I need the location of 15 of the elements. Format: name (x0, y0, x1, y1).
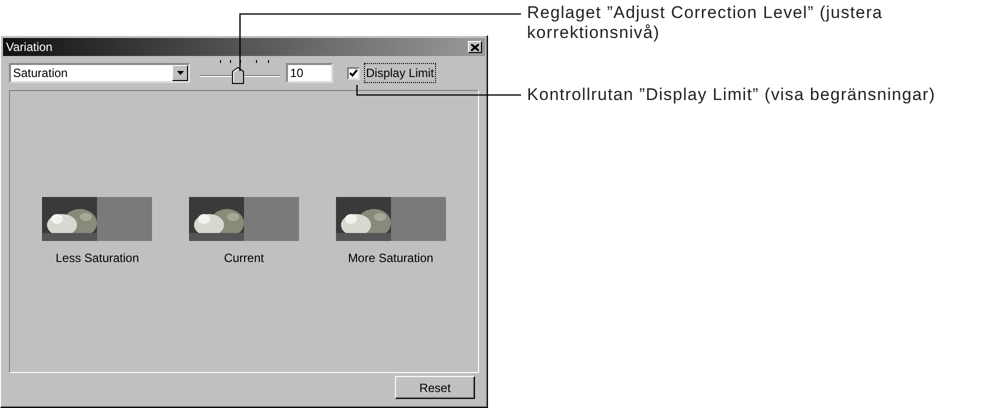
close-button[interactable] (468, 41, 482, 53)
dropdown-arrow-icon (176, 71, 184, 75)
variation-label: Less Saturation (56, 250, 140, 266)
slider-thumb[interactable] (232, 66, 244, 83)
callout-text: Reglaget ”Adjust Correction Level” (justera korrektionsnivå) (527, 3, 884, 43)
variation-label: More Saturation (348, 250, 434, 266)
display-limit-checkbox[interactable] (347, 66, 360, 80)
callout-text: Kontrollrutan ”Display Limit” (visa begränsningar) (527, 85, 936, 105)
mode-dropdown[interactable]: Saturation (9, 63, 190, 83)
window-title: Variation (6, 39, 52, 56)
checkbox-label: Display Limit (364, 63, 436, 83)
correction-slider[interactable] (200, 62, 280, 84)
variation-label: Current (224, 250, 264, 266)
value-field[interactable]: 10 (286, 63, 333, 83)
reset-button[interactable]: Reset (395, 376, 475, 399)
